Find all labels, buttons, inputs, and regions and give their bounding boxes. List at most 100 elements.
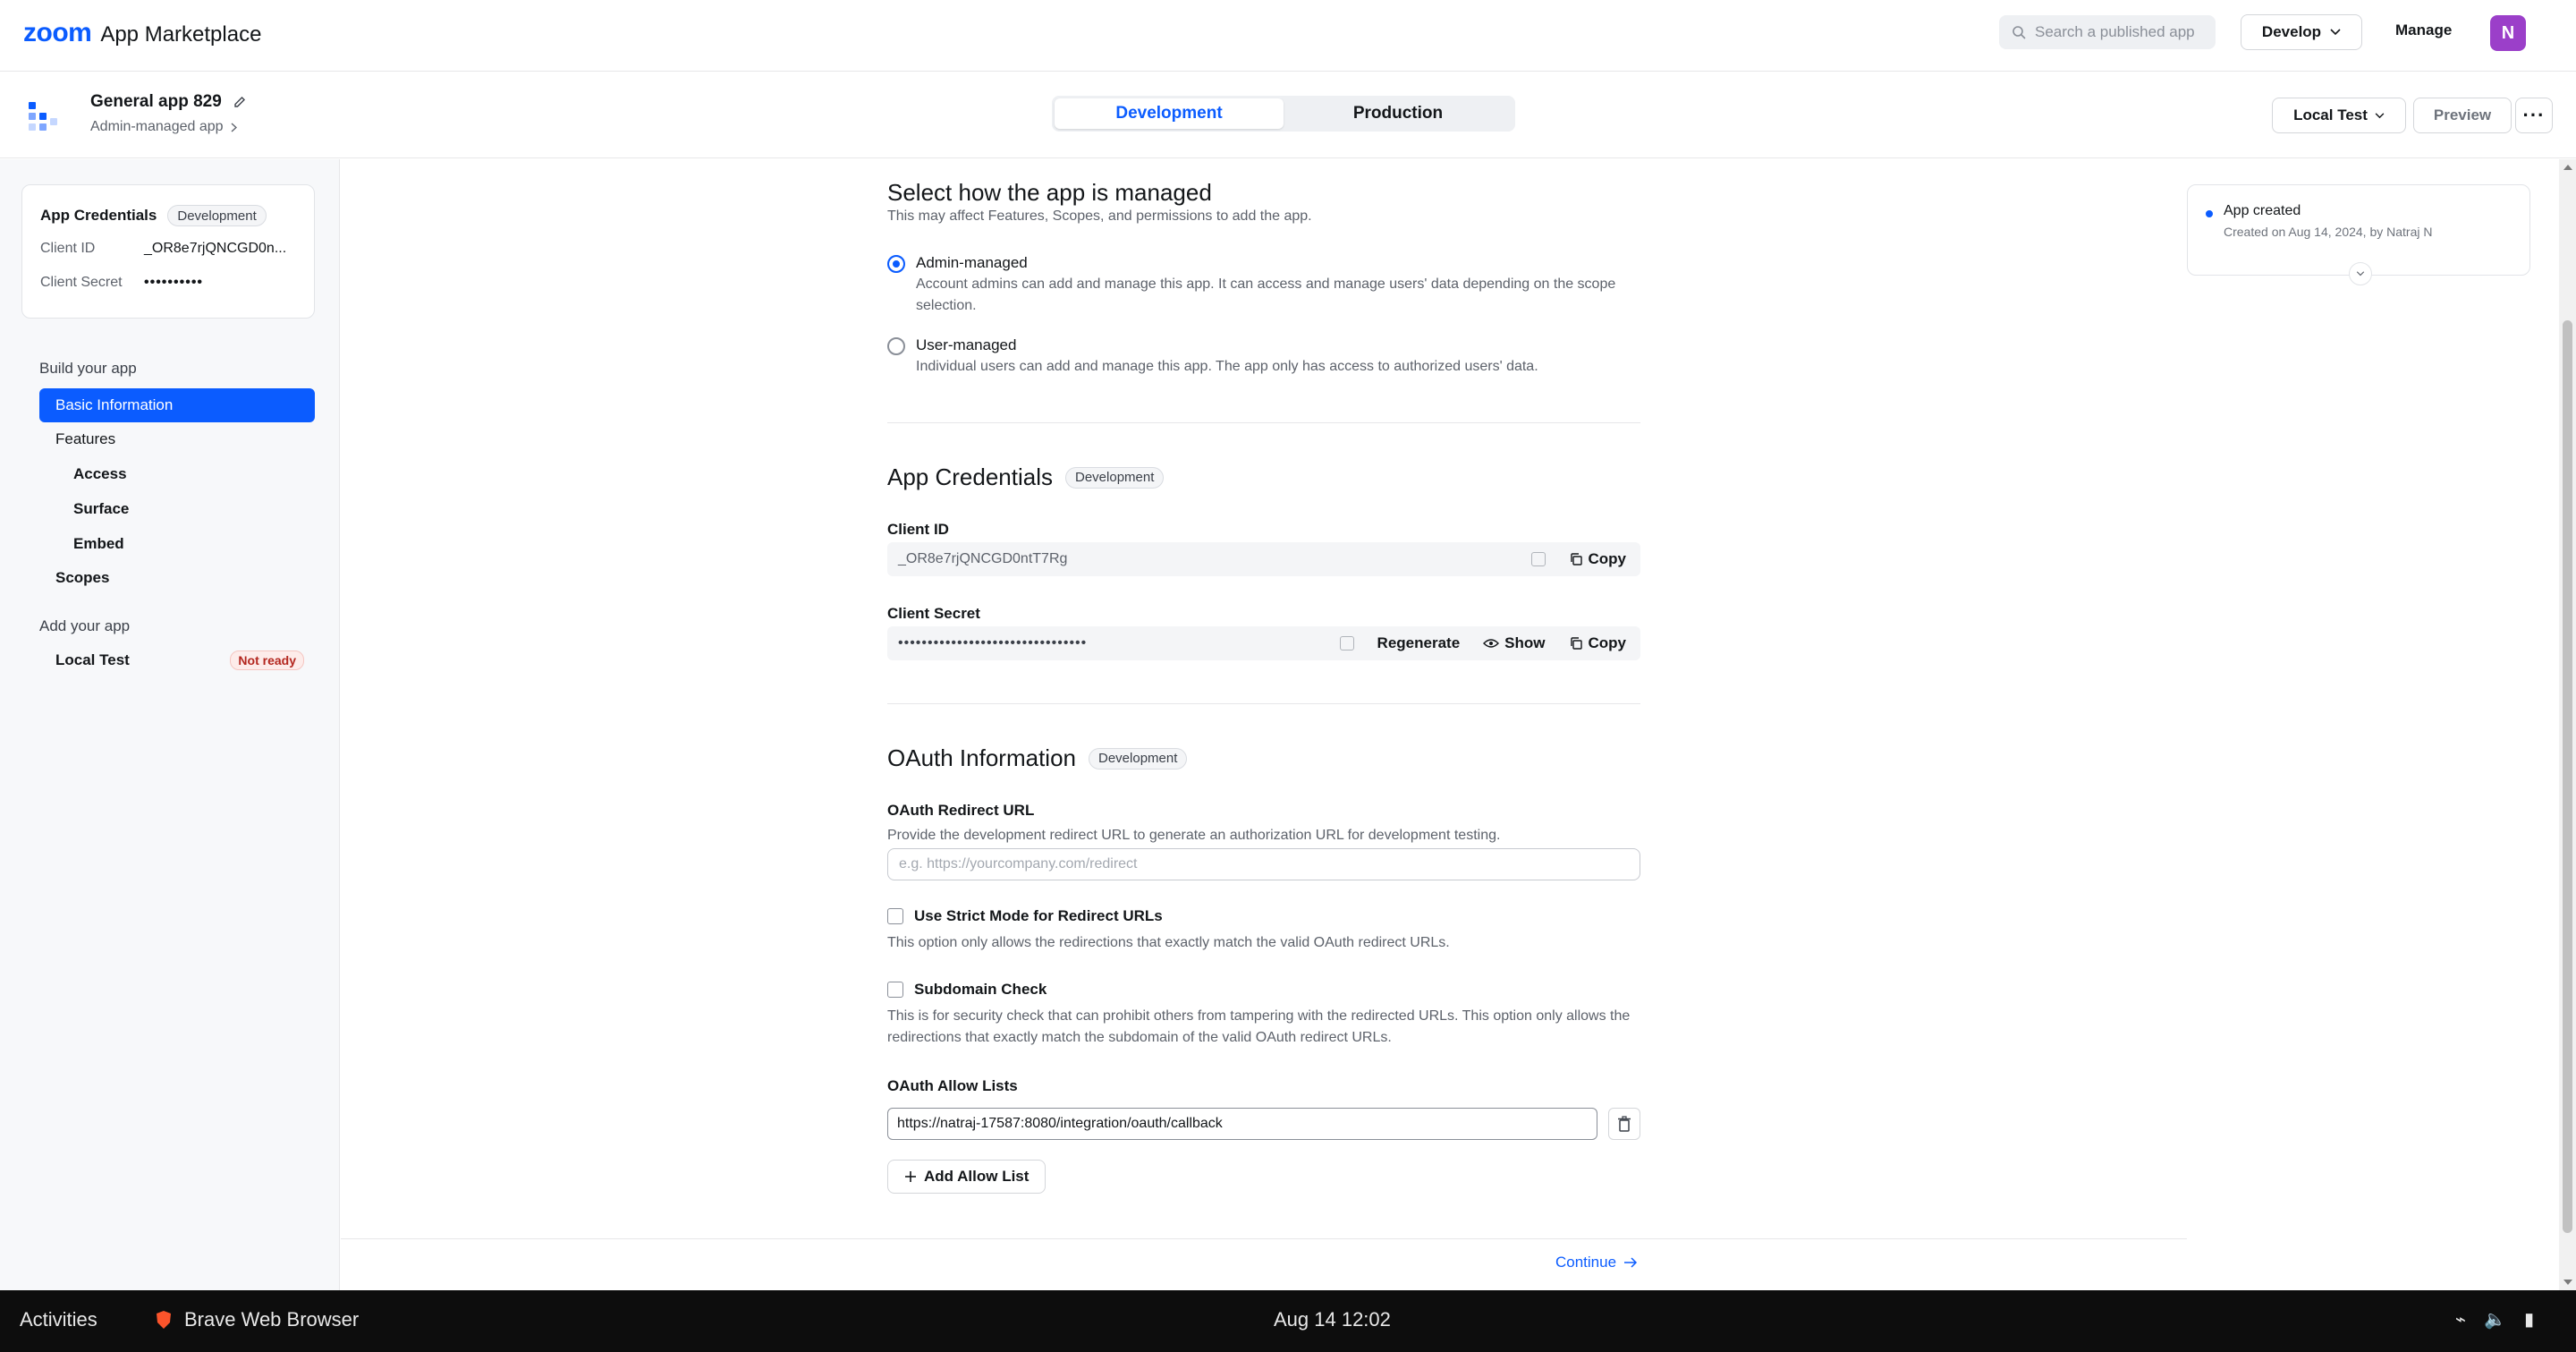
redirect-url-input[interactable]: e.g. https://yourcompany.com/redirect bbox=[887, 848, 1640, 880]
sidebar-item-basic-information[interactable]: Basic Information bbox=[39, 388, 315, 422]
regenerate-label: Regenerate bbox=[1377, 634, 1461, 651]
more-options-button[interactable]: ··· bbox=[2515, 98, 2553, 133]
scroll-up-arrow[interactable] bbox=[2563, 165, 2572, 170]
app-name: General app 829 bbox=[90, 92, 247, 112]
allow-list-value: https://natraj-17587:8080/integration/oa… bbox=[897, 1116, 1223, 1131]
copy-client-id-button[interactable]: Copy bbox=[1569, 550, 1626, 568]
divider bbox=[887, 422, 1640, 423]
continue-button[interactable]: Continue bbox=[1555, 1254, 1638, 1271]
activity-title: App created bbox=[2224, 203, 2301, 218]
manage-heading: Select how the app is managed bbox=[887, 179, 1212, 207]
activities-button[interactable]: Activities bbox=[20, 1308, 97, 1331]
sidebar-item-features[interactable]: Features bbox=[39, 422, 315, 456]
copy-client-secret-button[interactable]: Copy bbox=[1569, 634, 1627, 652]
footer-divider bbox=[341, 1238, 2187, 1239]
strict-mode-description: This option only allows the redirections… bbox=[887, 935, 1450, 950]
scroll-thumb[interactable] bbox=[2563, 320, 2572, 1233]
lock-icon bbox=[1530, 552, 1546, 566]
marketplace-logo[interactable]: zoom App Marketplace bbox=[23, 18, 261, 48]
scrollbar[interactable] bbox=[2559, 159, 2576, 1290]
redirect-url-description: Provide the development redirect URL to … bbox=[887, 828, 1501, 843]
allow-lists-label: OAuth Allow Lists bbox=[887, 1077, 1018, 1094]
zoom-logo: zoom bbox=[23, 18, 92, 47]
show-secret-button[interactable]: Show bbox=[1483, 634, 1546, 652]
sidebar-item-surface[interactable]: Surface bbox=[39, 492, 315, 526]
build-section-heading: Build your app bbox=[39, 360, 137, 377]
client-id-field: _OR8e7rjQNCGD0ntT7Rg Copy bbox=[887, 542, 1640, 576]
top-nav: zoom App Marketplace Search a published … bbox=[0, 0, 2576, 72]
search-input[interactable]: Search a published app bbox=[1999, 15, 2216, 49]
strict-mode-label: Use Strict Mode for Redirect URLs bbox=[914, 907, 1163, 924]
redirect-url-label: OAuth Redirect URL bbox=[887, 802, 1035, 819]
user-managed-description: Individual users can add and manage this… bbox=[916, 359, 1538, 374]
sidebar-cred-title: App Credentials Development bbox=[40, 205, 267, 226]
subdomain-check-option[interactable]: Subdomain Check bbox=[887, 981, 1046, 999]
manage-title: Select how the app is managed bbox=[887, 179, 1212, 206]
sidebar-item-embed[interactable]: Embed bbox=[39, 527, 315, 561]
client-id-label: Client ID bbox=[887, 521, 949, 538]
preview-button[interactable]: Preview bbox=[2413, 98, 2512, 133]
system-tray[interactable]: ⌁ 🔈 ▮ bbox=[2455, 1308, 2534, 1331]
copy-icon bbox=[1570, 553, 1582, 565]
logo-text: App Marketplace bbox=[100, 22, 262, 47]
develop-label: Develop bbox=[2261, 23, 2322, 40]
client-id-value: _OR8e7rjQNCGD0ntT7Rg bbox=[898, 551, 1068, 566]
sidebar-client-secret-label: Client Secret bbox=[40, 275, 123, 290]
strict-mode-option[interactable]: Use Strict Mode for Redirect URLs bbox=[887, 907, 1163, 925]
client-secret-field: •••••••••••••••••••••••••••••••• Regener… bbox=[887, 626, 1640, 660]
admin-managed-option[interactable]: Admin-managed Account admins can add and… bbox=[887, 254, 1649, 317]
app-icon bbox=[29, 102, 57, 131]
main-content: Select how the app is managed This may a… bbox=[341, 159, 2559, 1290]
tab-development[interactable]: Development bbox=[1055, 98, 1284, 129]
battery-icon: ▮ bbox=[2523, 1310, 2534, 1330]
user-managed-option[interactable]: User-managed Individual users can add an… bbox=[887, 336, 1649, 378]
network-icon: ⌁ bbox=[2455, 1310, 2467, 1330]
taskbar-app[interactable]: Brave Web Browser bbox=[154, 1308, 359, 1331]
add-allow-list-label: Add Allow List bbox=[924, 1168, 1030, 1185]
volume-icon: 🔈 bbox=[2484, 1310, 2506, 1330]
manage-link[interactable]: Manage bbox=[2395, 21, 2452, 39]
chevron-down-icon bbox=[2375, 112, 2385, 118]
regenerate-button[interactable]: Regenerate bbox=[1377, 634, 1461, 652]
client-secret-value: •••••••••••••••••••••••••••••••• bbox=[898, 635, 1088, 650]
sidebar-credentials-card: App Credentials Development Client ID _O… bbox=[21, 184, 315, 319]
chevron-down-icon bbox=[2356, 271, 2365, 276]
sidebar-cred-title-text: App Credentials bbox=[40, 207, 157, 224]
scroll-down-arrow[interactable] bbox=[2563, 1280, 2572, 1285]
divider bbox=[887, 703, 1640, 704]
avatar[interactable]: N bbox=[2490, 15, 2526, 51]
sidebar-item-local-test[interactable]: Local Test Not ready bbox=[39, 643, 315, 677]
local-test-dropdown[interactable]: Local Test bbox=[2272, 98, 2406, 133]
environment-badge: Development bbox=[167, 205, 267, 226]
tab-production[interactable]: Production bbox=[1284, 98, 1513, 129]
clock[interactable]: Aug 14 12:02 bbox=[1274, 1308, 1391, 1331]
environment-badge: Development bbox=[1089, 747, 1188, 770]
sidebar-client-id-value: _OR8e7rjQNCGD0n... bbox=[144, 241, 287, 256]
app-type-link[interactable]: Admin-managed app bbox=[90, 119, 237, 135]
delete-allow-list-button[interactable] bbox=[1608, 1108, 1640, 1140]
add-allow-list-button[interactable]: Add Allow List bbox=[887, 1160, 1046, 1194]
strict-mode-checkbox[interactable] bbox=[887, 908, 903, 924]
oauth-title: OAuth Information bbox=[887, 744, 1076, 771]
sidebar: App Credentials Development Client ID _O… bbox=[0, 159, 340, 1290]
activity-detail: Created on Aug 14, 2024, by Natraj N bbox=[2224, 225, 2433, 239]
search-icon bbox=[2012, 26, 2026, 39]
allow-list-input[interactable]: https://natraj-17587:8080/integration/oa… bbox=[887, 1108, 1597, 1140]
sidebar-client-secret-value: •••••••••• bbox=[144, 275, 204, 290]
subdomain-check-label: Subdomain Check bbox=[914, 981, 1047, 998]
subdomain-check-description: This is for security check that can proh… bbox=[887, 1008, 1631, 1045]
subdomain-check-checkbox[interactable] bbox=[887, 982, 903, 998]
show-label: Show bbox=[1504, 634, 1546, 651]
app-header: General app 829 Admin-managed app Develo… bbox=[0, 72, 2576, 158]
user-managed-radio[interactable] bbox=[887, 337, 905, 355]
environment-toggle: Development Production bbox=[1052, 96, 1515, 132]
sidebar-item-access[interactable]: Access bbox=[39, 457, 315, 491]
develop-dropdown[interactable]: Develop bbox=[2241, 14, 2362, 50]
sidebar-client-id-label: Client ID bbox=[40, 241, 96, 256]
copy-label: Copy bbox=[1588, 634, 1627, 651]
edit-icon[interactable] bbox=[233, 95, 247, 109]
credentials-title: App Credentials bbox=[887, 463, 1053, 490]
expand-activity-button[interactable] bbox=[2349, 262, 2372, 285]
admin-managed-radio[interactable] bbox=[887, 255, 905, 273]
sidebar-item-scopes[interactable]: Scopes bbox=[39, 561, 315, 595]
